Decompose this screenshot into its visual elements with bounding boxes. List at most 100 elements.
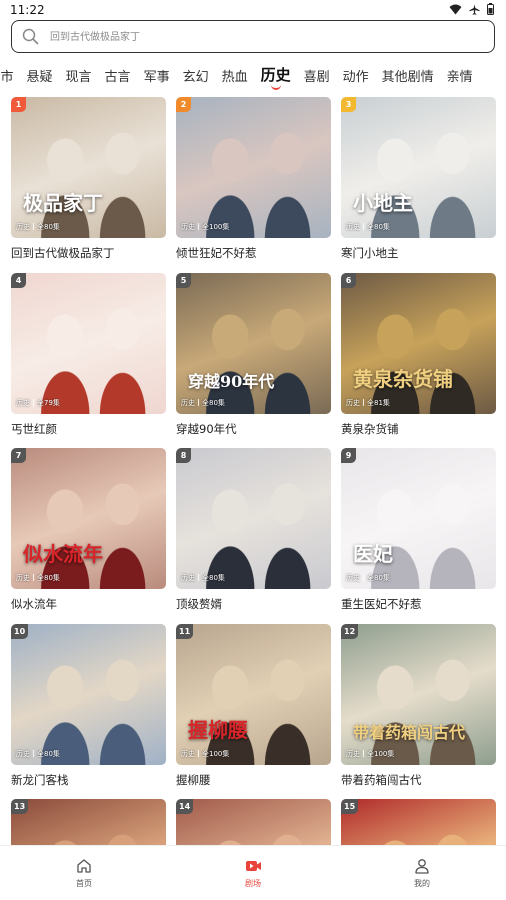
drama-title[interactable]: 倾世狂妃不好惹 (176, 245, 331, 261)
drama-card[interactable]: 带着药箱闯古代 12 历史 全100集 带着药箱闯古代 (341, 624, 496, 788)
drama-title[interactable]: 顶级赘婿 (176, 596, 331, 612)
status-bar: 11:22 (0, 0, 506, 20)
poster-image (176, 448, 331, 589)
nav-label-theater: 剧场 (245, 879, 261, 888)
genre-label: 历史 (16, 750, 30, 758)
drama-card[interactable]: 10 历史 全80集新龙门客栈 (11, 624, 166, 788)
tab-category[interactable]: 古言 (98, 60, 137, 90)
meta-separator (198, 399, 199, 406)
genre-label: 历史 (16, 399, 30, 407)
poster-title-text: 握柳腰 (188, 718, 248, 742)
rank-badge: 7 (11, 448, 26, 463)
drama-card[interactable]: 穿越90年代 5 历史 全80集穿越90年代 (176, 273, 331, 437)
tab-label: 现言 (65, 70, 92, 85)
drama-poster[interactable]: 医妃 9 历史 全80集 (341, 448, 496, 589)
poster-image (341, 448, 496, 589)
genre-label: 历史 (181, 223, 195, 231)
drama-poster[interactable]: 黄泉杂货铺 6 历史 全81集 (341, 273, 496, 414)
meta-separator (33, 574, 34, 581)
drama-card[interactable]: 握柳腰 11 历史 全100集 握柳腰 (176, 624, 331, 788)
nav-item-home[interactable]: 首页 (54, 858, 114, 889)
tab-category[interactable]: 市 (0, 60, 20, 90)
drama-poster[interactable]: 小地主 3 历史 全80集 (341, 97, 496, 238)
drama-title[interactable]: 带着药箱闯古代 (341, 772, 496, 788)
tab-category[interactable]: 其他剧情 (375, 60, 440, 90)
drama-title[interactable]: 寒门小地主 (341, 245, 496, 261)
tab-category[interactable]: 玄幻 (176, 60, 215, 90)
drama-title[interactable]: 重生医妃不好惹 (341, 596, 496, 612)
tab-category[interactable]: 热血 (215, 60, 254, 90)
drama-title[interactable]: 黄泉杂货铺 (341, 421, 496, 437)
episode-count: 全80集 (202, 399, 225, 407)
tab-category[interactable]: 军事 (137, 60, 176, 90)
drama-poster[interactable]: 极品家丁 1 历史 全80集 (11, 97, 166, 238)
drama-poster[interactable]: 穿越90年代 5 历史 全80集 (176, 273, 331, 414)
drama-card[interactable]: 8 历史 全80集顶级赘婿 (176, 448, 331, 612)
rank-badge: 13 (11, 799, 29, 814)
meta-separator (363, 574, 364, 581)
poster-title-text: 似水流年 (23, 542, 103, 566)
search-box[interactable] (11, 20, 495, 53)
nav-item-mine[interactable]: 我的 (392, 858, 452, 889)
tab-category[interactable]: 历史 (254, 60, 297, 90)
drama-title[interactable]: 新龙门客栈 (11, 772, 166, 788)
nav-item-theater[interactable]: 剧场 (223, 858, 283, 889)
search-input[interactable] (50, 27, 470, 47)
tab-category[interactable]: 喜剧 (297, 60, 336, 90)
drama-poster[interactable]: 10 历史 全80集 (11, 624, 166, 765)
drama-poster[interactable]: 4 历史 全79集 (11, 273, 166, 414)
drama-poster[interactable]: 8 历史 全80集 (176, 448, 331, 589)
drama-card[interactable]: 小地主 3 历史 全80集寒门小地主 (341, 97, 496, 261)
video-icon (245, 861, 261, 871)
drama-card[interactable]: 2 历史 全100集倾世狂妃不好惹 (176, 97, 331, 261)
rank-badge: 5 (176, 273, 191, 288)
poster-image (341, 624, 496, 765)
wifi-icon (449, 4, 462, 14)
meta-separator (363, 223, 364, 230)
status-time: 11:22 (10, 3, 45, 17)
rank-badge: 11 (176, 624, 194, 639)
drama-poster[interactable]: 似水流年 7 历史 全80集 (11, 448, 166, 589)
poster-image (11, 273, 166, 414)
meta-separator (198, 223, 199, 230)
meta-separator (198, 750, 199, 757)
tab-category[interactable]: 现言 (59, 60, 98, 90)
drama-poster[interactable]: 2 历史 全100集 (176, 97, 331, 238)
episode-count: 全80集 (367, 223, 390, 231)
drama-meta: 历史 全100集 (181, 222, 229, 232)
tab-label: 历史 (260, 66, 291, 84)
tab-category[interactable]: 悬疑 (20, 60, 59, 90)
rank-badge: 4 (11, 273, 26, 288)
drama-card[interactable]: 4 历史 全79集 丐世红颜 (11, 273, 166, 437)
drama-poster[interactable]: 握柳腰 11 历史 全100集 (176, 624, 331, 765)
drama-card[interactable]: 黄泉杂货铺 6 历史 全81集 黄泉杂货铺 (341, 273, 496, 437)
tab-category[interactable]: 亲情 (440, 60, 479, 90)
rank-badge: 6 (341, 273, 356, 288)
poster-image (11, 624, 166, 765)
drama-card[interactable]: 似水流年 7 历史 全80集 似水流年 (11, 448, 166, 612)
active-tab-indicator (270, 84, 281, 90)
tab-label: 军事 (143, 70, 170, 85)
rank-badge: 8 (176, 448, 191, 463)
tab-category[interactable]: 动作 (336, 60, 375, 90)
tab-label: 喜剧 (303, 70, 330, 85)
episode-count: 全80集 (37, 223, 60, 231)
drama-poster[interactable]: 带着药箱闯古代 12 历史 全100集 (341, 624, 496, 765)
rank-badge: 12 (341, 624, 359, 639)
drama-card[interactable]: 医妃 9 历史 全80集重生医妃不好惹 (341, 448, 496, 612)
meta-separator (198, 574, 199, 581)
drama-card[interactable]: 极品家丁 1 历史 全80集回到古代做极品家丁 (11, 97, 166, 261)
episode-count: 全100集 (367, 750, 395, 758)
drama-meta: 历史 全100集 (346, 749, 394, 759)
meta-separator (363, 750, 364, 757)
drama-title[interactable]: 穿越90年代 (176, 421, 331, 437)
drama-title[interactable]: 握柳腰 (176, 772, 331, 788)
drama-title[interactable]: 丐世红颜 (11, 421, 166, 437)
poster-title-text: 极品家丁 (23, 191, 103, 215)
tab-label: 古言 (104, 70, 131, 85)
drama-title[interactable]: 回到古代做极品家丁 (11, 245, 166, 261)
category-tabs: 市悬疑 现言 古言 军事 玄幻 热血 历史 喜剧 动作 其他剧情 亲情 (0, 60, 506, 90)
drama-title[interactable]: 似水流年 (11, 596, 166, 612)
rank-badge: 3 (341, 97, 356, 112)
genre-label: 历史 (346, 399, 360, 407)
